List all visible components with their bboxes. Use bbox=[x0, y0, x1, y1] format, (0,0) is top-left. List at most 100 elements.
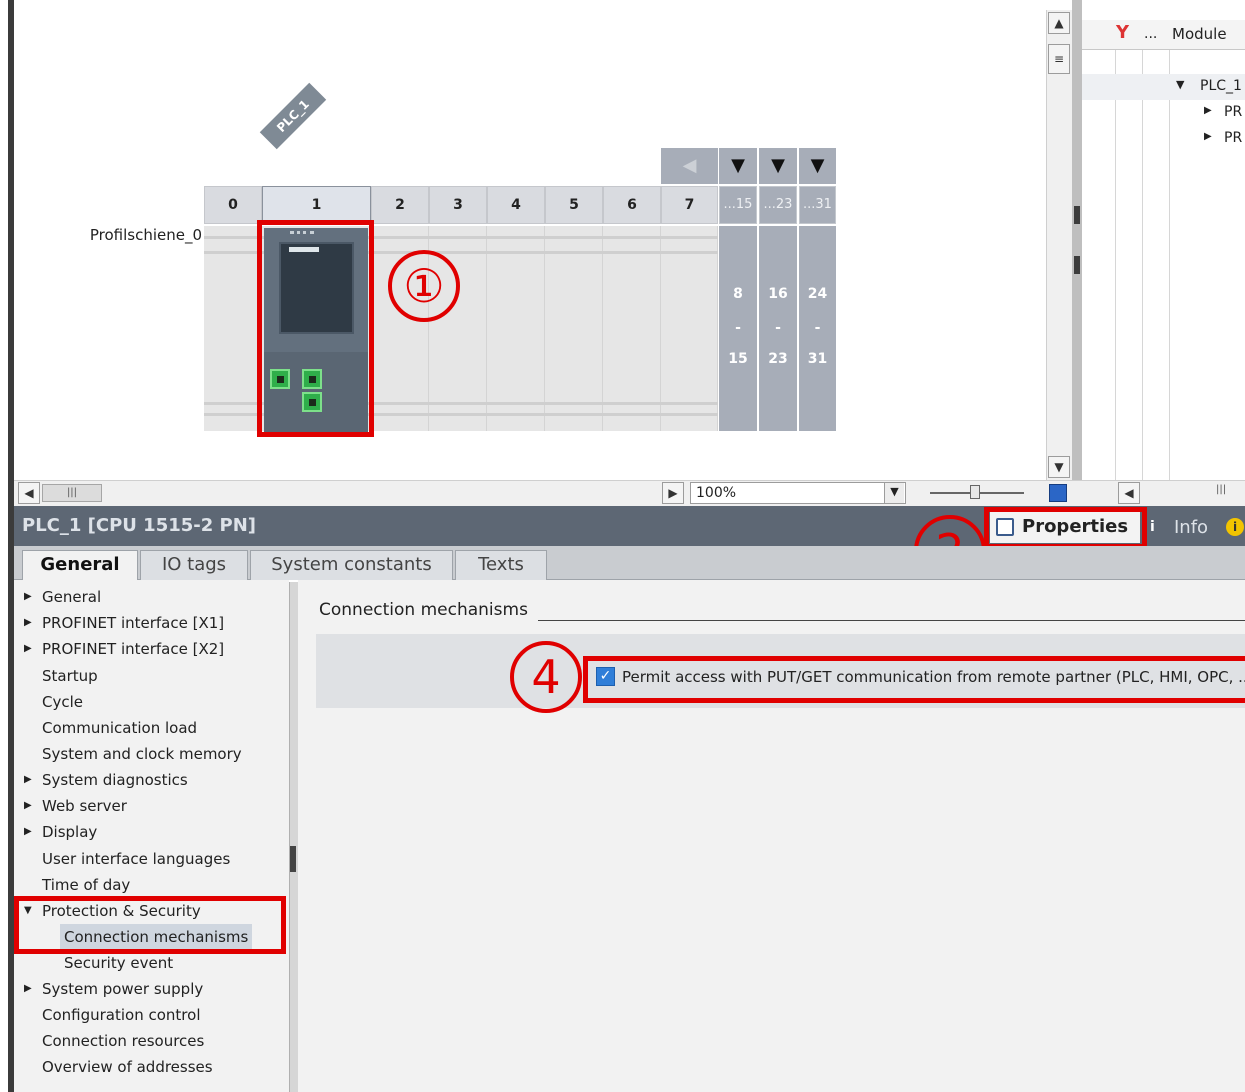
range-start: 8 bbox=[733, 286, 743, 302]
overview-row-label[interactable]: PR bbox=[1224, 130, 1242, 146]
nav-item-display[interactable]: ▶ Display bbox=[24, 819, 284, 845]
rack-slot-0[interactable] bbox=[204, 226, 262, 431]
nav-item-label: General bbox=[42, 588, 102, 606]
expander-icon[interactable]: ▶ bbox=[24, 610, 38, 636]
rack-slot-5[interactable] bbox=[545, 226, 603, 431]
rack-slot-4[interactable] bbox=[487, 226, 545, 431]
column-divider bbox=[1115, 50, 1116, 480]
scroll-left-icon[interactable]: ◀ bbox=[1118, 482, 1140, 504]
overview-navigation-icon[interactable] bbox=[1049, 484, 1067, 502]
column-divider bbox=[1169, 50, 1170, 480]
tab-texts[interactable]: Texts bbox=[455, 550, 547, 580]
slot-range-column[interactable]: 8 - 15 bbox=[719, 226, 757, 431]
nav-item-configuration-control[interactable]: Configuration control bbox=[24, 1002, 284, 1028]
scroll-left-icon[interactable]: ◀ bbox=[18, 482, 40, 504]
nav-item-label: PROFINET interface [X1] bbox=[42, 614, 225, 632]
nav-item-label: System diagnostics bbox=[42, 771, 188, 789]
slot-range-header[interactable]: ...23 bbox=[759, 186, 797, 224]
scroll-thumb[interactable]: ≡ bbox=[1048, 44, 1070, 74]
nav-item-communication-load[interactable]: Communication load bbox=[24, 715, 284, 741]
nav-item-cycle[interactable]: Cycle bbox=[24, 689, 284, 715]
nav-item-startup[interactable]: Startup bbox=[24, 663, 284, 689]
slot-range-column[interactable]: 24 - 31 bbox=[799, 226, 836, 431]
scroll-up-icon[interactable]: ▲ bbox=[1048, 12, 1070, 34]
module-column-header[interactable]: Module bbox=[1172, 25, 1227, 43]
navigation-splitter[interactable] bbox=[289, 582, 298, 1092]
nav-item-system-diagnostics[interactable]: ▶ System diagnostics bbox=[24, 767, 284, 793]
expander-icon[interactable]: ▶ bbox=[24, 793, 38, 819]
nav-item-label: Web server bbox=[42, 797, 127, 815]
slot-range-header[interactable]: ...31 bbox=[799, 186, 836, 224]
tab-general[interactable]: General bbox=[22, 550, 138, 581]
nav-item-overview-addresses[interactable]: Overview of addresses bbox=[24, 1054, 284, 1080]
nav-item-label: Configuration control bbox=[42, 1006, 201, 1024]
nav-item-web-server[interactable]: ▶ Web server bbox=[24, 793, 284, 819]
rack-slot-6[interactable] bbox=[603, 226, 661, 431]
nav-item-label: System power supply bbox=[42, 980, 204, 998]
zoom-level-select[interactable]: 100% bbox=[690, 482, 906, 504]
nav-item-label: System and clock memory bbox=[42, 745, 242, 763]
expander-icon[interactable]: ▶ bbox=[24, 976, 38, 1002]
device-overview-table bbox=[1082, 0, 1245, 480]
nav-item-profinet-x1[interactable]: ▶ PROFINET interface [X1] bbox=[24, 610, 284, 636]
pane-splitter[interactable] bbox=[1072, 0, 1082, 480]
nav-item-system-clock-memory[interactable]: System and clock memory bbox=[24, 741, 284, 767]
slot-range-column[interactable]: 16 - 23 bbox=[759, 226, 797, 431]
nav-item-ui-languages[interactable]: User interface languages bbox=[24, 846, 284, 872]
slot-header-4[interactable]: 4 bbox=[487, 186, 545, 224]
scroll-grip[interactable]: ||| bbox=[1216, 484, 1226, 495]
expander-icon[interactable]: ▶ bbox=[24, 584, 38, 610]
rack-slot-7[interactable] bbox=[661, 226, 718, 431]
range-start: 24 bbox=[807, 286, 828, 302]
tab-io-tags[interactable]: IO tags bbox=[140, 550, 248, 580]
overview-row-label[interactable]: PR bbox=[1224, 104, 1242, 120]
range-end: 31 bbox=[807, 351, 828, 367]
horizontal-scroll-thumb[interactable]: ||| bbox=[42, 484, 102, 502]
slot-range-header[interactable]: ...15 bbox=[719, 186, 757, 224]
expand-rack-icon[interactable]: ▼ bbox=[719, 148, 757, 184]
range-end: 23 bbox=[768, 351, 788, 367]
tab-system-constants[interactable]: System constants bbox=[250, 550, 453, 580]
nav-item-profinet-x2[interactable]: ▶ PROFINET interface [X2] bbox=[24, 636, 284, 662]
expander-icon[interactable]: ▼ bbox=[1176, 78, 1184, 91]
network-icon: Y bbox=[1116, 22, 1130, 43]
overview-ellipsis: ... bbox=[1144, 26, 1158, 42]
highlight-box-put-get bbox=[583, 656, 1245, 703]
slot-header-6[interactable]: 6 bbox=[603, 186, 661, 224]
scroll-right-icon[interactable]: ▶ bbox=[662, 482, 684, 504]
scroll-down-icon[interactable]: ▼ bbox=[1048, 456, 1070, 478]
info-icon: i bbox=[1150, 519, 1155, 535]
device-view-vertical-scrollbar[interactable] bbox=[1046, 10, 1072, 480]
splitter-arrow-icon[interactable] bbox=[1074, 206, 1080, 224]
splitter-arrow-icon[interactable] bbox=[290, 846, 296, 872]
highlight-box-connection-mechanisms bbox=[14, 896, 286, 954]
nav-item-time-of-day[interactable]: Time of day bbox=[24, 872, 284, 898]
slot-header-1[interactable]: 1 bbox=[262, 186, 371, 224]
expand-rack-icon[interactable]: ▼ bbox=[759, 148, 797, 184]
rack-scroll-left-icon[interactable]: ◀ bbox=[661, 148, 718, 184]
chevron-down-icon[interactable]: ▼ bbox=[884, 483, 904, 503]
slot-header-0[interactable]: 0 bbox=[204, 186, 262, 224]
nav-item-general[interactable]: ▶ General bbox=[24, 584, 284, 610]
section-title: Connection mechanisms bbox=[319, 600, 528, 620]
expander-icon[interactable]: ▶ bbox=[1204, 131, 1212, 142]
splitter-arrow-icon[interactable] bbox=[1074, 256, 1080, 274]
nav-item-connection-resources[interactable]: Connection resources bbox=[24, 1028, 284, 1054]
zoom-slider-handle[interactable] bbox=[970, 485, 980, 499]
expander-icon[interactable]: ▶ bbox=[24, 636, 38, 662]
slot-header-7[interactable]: 7 bbox=[661, 186, 718, 224]
nav-item-label: User interface languages bbox=[42, 850, 231, 868]
expander-icon[interactable]: ▶ bbox=[24, 819, 38, 845]
column-divider bbox=[1142, 50, 1143, 480]
slot-header-5[interactable]: 5 bbox=[545, 186, 603, 224]
overview-row-label[interactable]: PLC_1 bbox=[1200, 78, 1242, 94]
expander-icon[interactable]: ▶ bbox=[1204, 105, 1212, 116]
expand-rack-icon[interactable]: ▼ bbox=[799, 148, 836, 184]
annotation-marker-4: 4 bbox=[510, 641, 582, 713]
slot-header-2[interactable]: 2 bbox=[371, 186, 429, 224]
nav-item-label: Startup bbox=[42, 667, 98, 685]
expander-icon[interactable]: ▶ bbox=[24, 767, 38, 793]
info-tab[interactable]: i Info i bbox=[1146, 513, 1245, 543]
slot-header-3[interactable]: 3 bbox=[429, 186, 487, 224]
nav-item-system-power-supply[interactable]: ▶ System power supply bbox=[24, 976, 284, 1002]
